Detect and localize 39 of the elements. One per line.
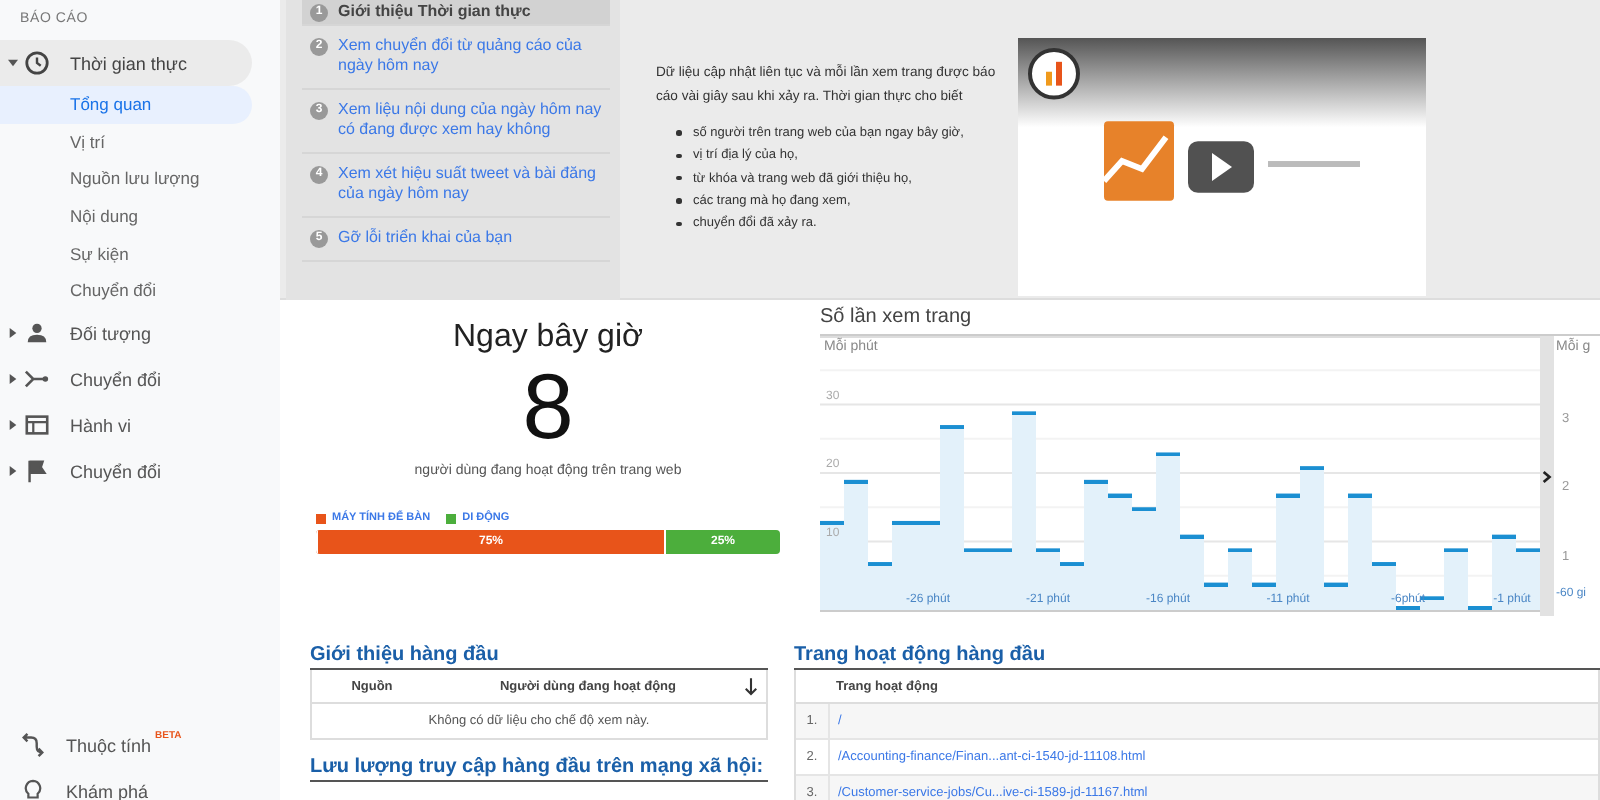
nav-subitem[interactable]: Tổng quan	[0, 86, 252, 124]
fork-icon	[24, 366, 50, 393]
nav-item[interactable]: Đối tượng	[0, 310, 252, 357]
section-heading: Lưu lượng truy cập hàng đầu trên mạng xã hội:	[310, 756, 768, 782]
now-title: Ngay bây giờ	[453, 320, 643, 356]
nav-item[interactable]: Chuyển đổi	[0, 356, 252, 403]
window-icon	[24, 412, 50, 439]
person-icon	[24, 320, 50, 347]
bullet-icon	[676, 221, 681, 227]
caret-icon	[8, 420, 18, 431]
bullet-icon	[676, 130, 681, 136]
beta-label: BETA	[155, 730, 182, 742]
nav-item[interactable]: Hành vi	[0, 402, 252, 449]
nav-subitem[interactable]: Vị trí	[0, 123, 252, 161]
active-user-count: 8	[522, 360, 574, 452]
lightbulb-icon	[20, 778, 46, 800]
nav-subitem[interactable]: Nội dung	[0, 198, 252, 236]
flag-icon	[24, 458, 50, 485]
caret-icon	[8, 374, 18, 385]
sort-arrow-icon[interactable]	[744, 677, 758, 695]
nav-subitem[interactable]: Sự kiện	[0, 235, 252, 273]
caret-icon	[8, 466, 18, 477]
bullet-icon	[676, 175, 681, 181]
nav-subitem[interactable]: Chuyển đổi	[0, 272, 252, 311]
nav-item[interactable]: Thuộc tính $^{BETA}$	[0, 722, 252, 768]
section-heading: Trang hoạt động hàng đầu	[794, 644, 1600, 670]
bullet-icon	[676, 198, 681, 204]
attribution-icon	[20, 732, 46, 758]
bullet-icon	[676, 153, 681, 159]
chevron-right-icon[interactable]	[1542, 469, 1552, 483]
chart-title: Số lần xem trang	[820, 300, 1600, 336]
nav-item[interactable]: Thời gian thực	[0, 40, 252, 86]
section-heading: Giới thiệu hàng đầu	[310, 644, 768, 670]
nav-item[interactable]: Khám phá	[0, 768, 252, 800]
caret-icon	[8, 328, 18, 339]
clock-icon	[24, 50, 50, 76]
nav-subitem[interactable]: Nguồn lưu lượng	[0, 160, 252, 199]
caret-icon	[8, 58, 18, 68]
nav-item[interactable]: Chuyển đổi	[0, 448, 252, 495]
